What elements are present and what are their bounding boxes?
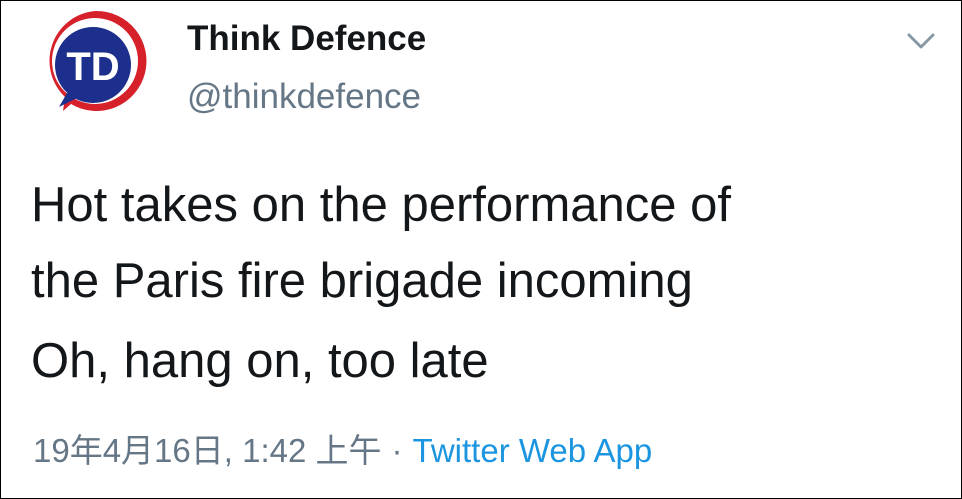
timestamp[interactable]: 19年4月16日, 1:42 上午 [33, 432, 382, 469]
chevron-down-icon [907, 33, 935, 49]
tweet-meta: 19年4月16日, 1:42 上午 · Twitter Web App [33, 429, 652, 473]
user-handle[interactable]: @thinkdefence [187, 75, 426, 119]
avatar-text: TD [66, 45, 119, 89]
avatar[interactable]: TD [41, 7, 149, 115]
tweet-card: TD Think Defence @thinkdefence Hot takes… [0, 0, 962, 499]
display-name[interactable]: Think Defence [187, 17, 426, 61]
tweet-text-line: Oh, hang on, too late [31, 334, 489, 388]
tweet-text-line: Hot takes on the performance of [31, 178, 731, 232]
author-info: Think Defence @thinkdefence [187, 17, 426, 119]
avatar-logo-icon: TD [49, 10, 147, 111]
meta-separator: · [391, 432, 403, 469]
tweet-menu-button[interactable] [905, 29, 937, 53]
source-link[interactable]: Twitter Web App [413, 432, 653, 469]
tweet-text: Hot takes on the performance of the Pari… [31, 167, 931, 399]
tweet-text-line: the Paris fire brigade incoming [31, 254, 693, 308]
